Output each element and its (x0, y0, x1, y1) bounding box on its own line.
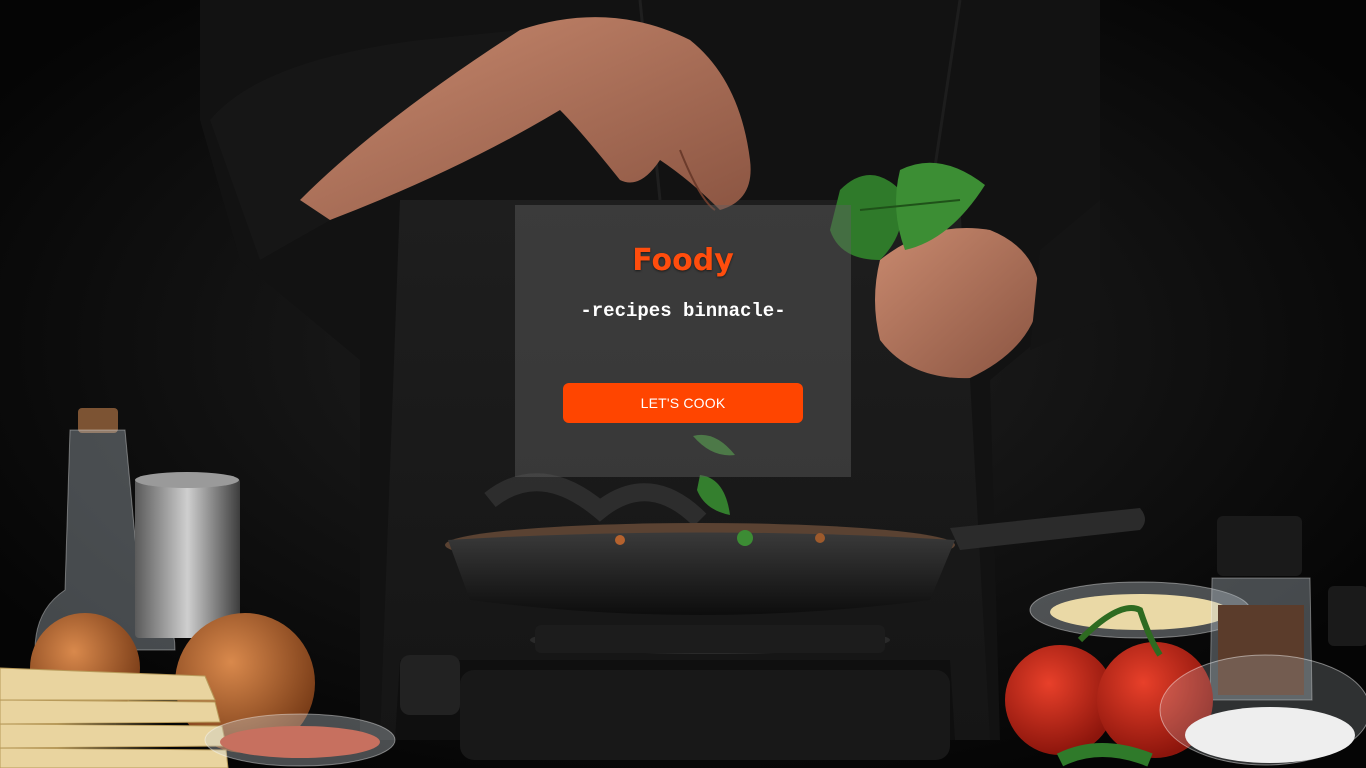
hero-section: Foody -recipes binnacle- LET'S COOK (0, 0, 1366, 768)
lets-cook-button[interactable]: LET'S COOK (563, 383, 803, 423)
hero-card: Foody -recipes binnacle- LET'S COOK (515, 205, 851, 477)
tagline: -recipes binnacle- (580, 300, 786, 322)
brand-title: Foody (632, 243, 734, 278)
